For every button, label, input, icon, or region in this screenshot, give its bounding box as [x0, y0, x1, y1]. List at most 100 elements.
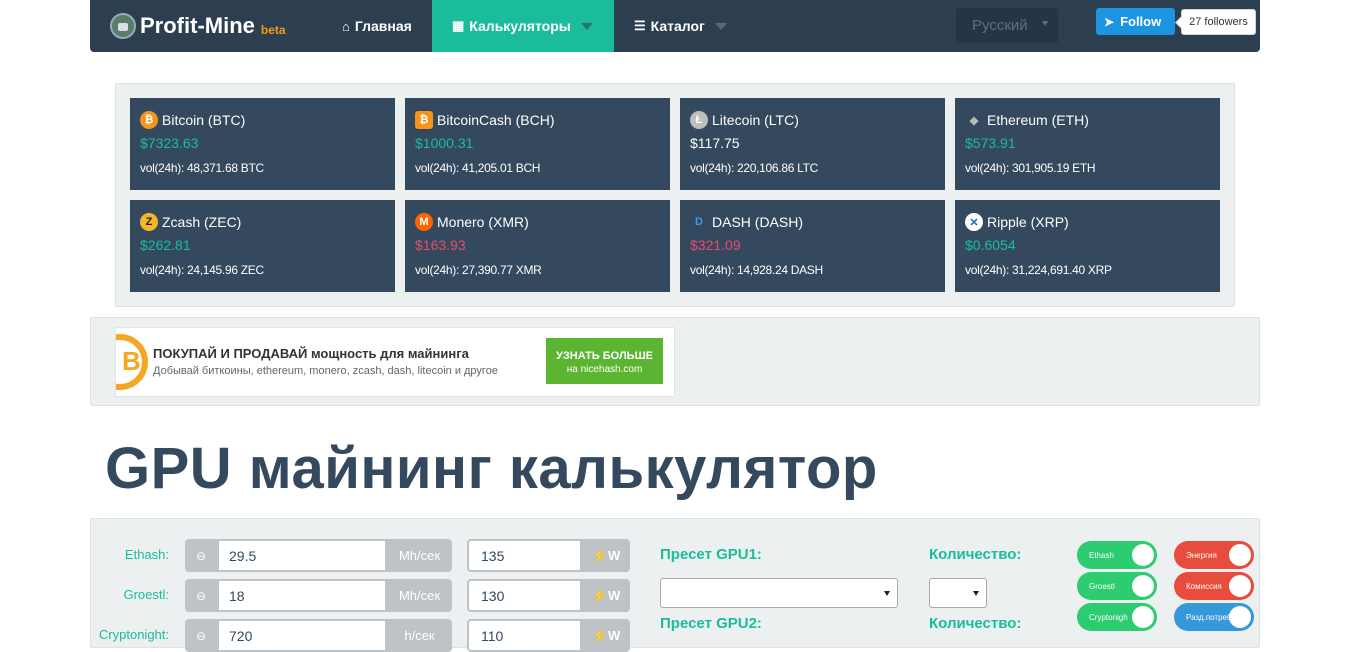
toggle-label: Энергия: [1186, 550, 1217, 560]
zcash-icon: Z: [140, 213, 158, 231]
coin-price: $7323.63: [140, 135, 199, 151]
coin-volume: vol(24h): 301,905.19 ETH: [965, 161, 1096, 175]
coin-name: DASH (DASH): [712, 214, 804, 230]
toggle-label: Ethash: [1089, 550, 1114, 560]
power-unit: ⚡ W: [582, 619, 630, 652]
coin-price: $163.93: [415, 237, 466, 253]
followers-count[interactable]: 27 followers: [1181, 9, 1256, 35]
coin-volume: vol(24h): 31,224,691.40 XRP: [965, 263, 1112, 277]
algo-label: Ethash:: [124, 547, 169, 562]
banner-title: ПОКУПАЙ И ПРОДАВАЙ мощность для майнинга: [153, 346, 469, 361]
toggle-knob: [1229, 606, 1251, 628]
ethash-hashrate-group: ⊖ 29.5 Mh/сек: [185, 539, 452, 572]
bolt-icon: ⚡: [591, 547, 608, 563]
dash-icon: D: [695, 216, 703, 228]
toggle-knob: [1229, 544, 1251, 566]
algo-label: Groestl:: [123, 587, 169, 602]
nav-home-label: Главная: [354, 18, 412, 34]
brand-link[interactable]: Profit-Mine beta: [110, 12, 286, 40]
ethash-hashrate-input[interactable]: 29.5: [217, 539, 387, 572]
coin-volume: vol(24h): 27,390.77 XMR: [415, 263, 542, 277]
bolt-icon: ⚡: [591, 587, 608, 603]
home-icon: ⌂: [342, 18, 350, 34]
toggle-algo-icon[interactable]: ⊖: [185, 539, 217, 572]
coin-price: $573.91: [965, 135, 1016, 151]
toggle-groestl[interactable]: Groestl: [1077, 572, 1157, 600]
toggle-knob: [1229, 575, 1251, 597]
coin-ticker-panel: ₿ Bitcoin (BTC) $7323.63 vol(24h): 48,371…: [115, 83, 1235, 307]
algo-label: Cryptonight:: [98, 627, 169, 642]
hashrate-unit: h/сек: [387, 619, 452, 652]
coin-card-ltc[interactable]: Ł Litecoin (LTC) $117.75 vol(24h): 220,10…: [680, 98, 945, 190]
coin-card-eth[interactable]: ◆ Ethereum (ETH) $573.91 vol(24h): 301,90…: [955, 98, 1220, 190]
nav-calculators[interactable]: ▦ Калькуляторы: [432, 0, 614, 52]
toggle-commission[interactable]: Комиссия: [1174, 572, 1254, 600]
litecoin-icon: Ł: [690, 111, 708, 129]
ethash-power-group: 135 ⚡ W: [467, 539, 630, 572]
ethash-power-input[interactable]: 135: [467, 539, 582, 572]
hashrate-unit: Mh/сек: [387, 539, 452, 572]
coin-card-bch[interactable]: ₿ BitcoinCash (BCH) $1000.31 vol(24h): 41…: [405, 98, 670, 190]
quantity-label: Количество:: [929, 546, 1022, 563]
nav-calculators-label: Калькуляторы: [469, 18, 571, 34]
groestl-power-input[interactable]: 130: [467, 579, 582, 612]
toggle-cryptonight[interactable]: Cryptonigh: [1077, 603, 1157, 631]
preset-gpu1-select[interactable]: [660, 578, 898, 608]
chevron-down-icon: [714, 22, 727, 30]
coin-price: $117.75: [690, 135, 740, 151]
toggle-knob: [1132, 606, 1154, 628]
twitter-icon: ➤: [1104, 14, 1115, 29]
language-select[interactable]: Русский: [956, 8, 1058, 43]
language-value: Русский: [972, 17, 1028, 34]
coin-price: $0.6054: [965, 237, 1016, 253]
beta-badge: beta: [260, 23, 286, 37]
calculator-form: Ethash: ⊖ 29.5 Mh/сек 135 ⚡ W Groestl: ⊖ …: [90, 518, 1260, 652]
coin-card-dash[interactable]: D DASH (DASH) $321.09 vol(24h): 14,928.24…: [680, 200, 945, 292]
toggle-split-consumption[interactable]: Разд.потребл: [1174, 603, 1254, 631]
toggle-label: Комиссия: [1186, 581, 1222, 591]
nav-home[interactable]: ⌂ Главная: [322, 0, 432, 52]
nicehash-banner[interactable]: B ПОКУПАЙ И ПРОДАВАЙ мощность для майнин…: [115, 327, 675, 397]
twitter-follow-button[interactable]: ➤ Follow: [1096, 8, 1175, 35]
coin-card-zec[interactable]: Z Zcash (ZEC) $262.81 vol(24h): 24,145.96…: [130, 200, 395, 292]
follow-label: Follow: [1120, 14, 1162, 29]
coin-volume: vol(24h): 220,106.86 LTC: [690, 161, 818, 175]
preset-gpu2-label: Пресет GPU2:: [660, 615, 762, 632]
chevron-down-icon: [580, 22, 593, 30]
monero-icon: M: [415, 213, 433, 231]
coin-name: Bitcoin (BTC): [162, 112, 246, 128]
nav-catalog-label: Каталог: [650, 18, 705, 34]
groestl-power-group: 130 ⚡ W: [467, 579, 630, 612]
brand-logo-icon: [110, 13, 136, 39]
quantity-select[interactable]: [929, 578, 987, 608]
toggle-ethash[interactable]: Ethash: [1077, 541, 1157, 569]
toggle-energy[interactable]: Энергия: [1174, 541, 1254, 569]
ad-section: B ПОКУПАЙ И ПРОДАВАЙ мощность для майнин…: [90, 317, 1260, 406]
coin-name: Ethereum (ETH): [987, 112, 1089, 128]
nav-catalog[interactable]: ☰ Каталог: [614, 0, 747, 52]
toggle-knob: [1132, 544, 1154, 566]
quantity-label-2: Количество:: [929, 615, 1022, 632]
select-arrow-icon: [973, 591, 979, 596]
cryptonight-power-input[interactable]: 110: [467, 619, 582, 652]
calculator-icon: ▦: [452, 18, 465, 33]
coin-card-xrp[interactable]: ✕ Ripple (XRP) $0.6054 vol(24h): 31,224,6…: [955, 200, 1220, 292]
coin-price: $1000.31: [415, 135, 474, 151]
toggle-label: Cryptonigh: [1089, 612, 1128, 622]
toggle-algo-icon[interactable]: ⊖: [185, 579, 217, 612]
cryptonight-hashrate-input[interactable]: 720: [217, 619, 387, 652]
select-arrow-icon: [1042, 21, 1048, 26]
bitcoin-icon: ₿: [140, 111, 158, 129]
toggle-knob: [1132, 575, 1154, 597]
toggle-algo-icon[interactable]: ⊖: [185, 619, 217, 652]
cryptonight-power-group: 110 ⚡ W: [467, 619, 630, 652]
learn-more-button[interactable]: УЗНАТЬ БОЛЬШЕ на nicehash.com: [546, 338, 663, 384]
groestl-hashrate-input[interactable]: 18: [217, 579, 387, 612]
coin-card-btc[interactable]: ₿ Bitcoin (BTC) $7323.63 vol(24h): 48,371…: [130, 98, 395, 190]
cryptonight-hashrate-group: ⊖ 720 h/сек: [185, 619, 452, 652]
coin-name: Monero (XMR): [437, 214, 529, 230]
coin-card-xmr[interactable]: M Monero (XMR) $163.93 vol(24h): 27,390.7…: [405, 200, 670, 292]
hashrate-unit: Mh/сек: [387, 579, 452, 612]
ethereum-icon: ◆: [969, 114, 979, 127]
bitcoin-icon: B: [116, 334, 148, 390]
